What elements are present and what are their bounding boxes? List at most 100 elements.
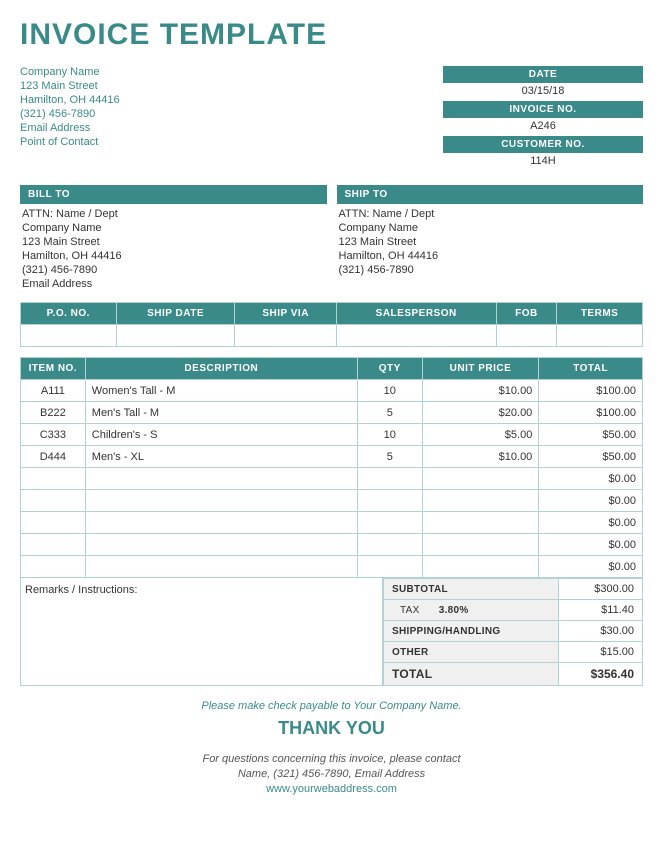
remarks-section: Remarks / Instructions: <box>20 578 383 686</box>
table-row: D444Men's - XL5$10.00$50.00 <box>21 446 643 468</box>
item-cell <box>422 490 539 512</box>
item-cell <box>357 490 422 512</box>
subtotal-value: $300.00 <box>558 579 642 600</box>
company-contact: Point of Contact <box>20 136 120 148</box>
po-table: P.O. NO.SHIP DATESHIP VIASALESPERSONFOBT… <box>20 302 643 347</box>
ship-phone: (321) 456-7890 <box>337 264 644 276</box>
item-cell <box>422 468 539 490</box>
items-col-header: ITEM NO. <box>21 358 86 380</box>
table-row: $0.00 <box>21 490 643 512</box>
totals-table: SUBTOTAL $300.00 TAX 3.80% $11.40 SHIPPI… <box>383 578 643 686</box>
item-cell: $50.00 <box>539 446 643 468</box>
bill-ship-section: BILL TO ATTN: Name / Dept Company Name 1… <box>20 185 643 292</box>
item-cell: 10 <box>357 424 422 446</box>
po-col-header: SHIP DATE <box>116 303 235 325</box>
item-cell: $10.00 <box>422 380 539 402</box>
po-col-header: SALESPERSON <box>336 303 496 325</box>
total-value: $356.40 <box>558 663 642 686</box>
table-row: $0.00 <box>21 468 643 490</box>
item-cell <box>422 534 539 556</box>
po-cell <box>557 325 643 347</box>
po-cell <box>116 325 235 347</box>
item-cell <box>21 490 86 512</box>
invoice-no-value: A246 <box>443 118 643 134</box>
po-col-header: SHIP VIA <box>235 303 336 325</box>
bill-phone: (321) 456-7890 <box>20 264 327 276</box>
bill-email: Email Address <box>20 278 327 290</box>
payment-note: Please make check payable to Your Compan… <box>20 700 643 712</box>
footer: Please make check payable to Your Compan… <box>20 700 643 795</box>
tax-row: TAX 3.80% $11.40 <box>384 600 643 621</box>
po-cell <box>235 325 336 347</box>
item-cell: $10.00 <box>422 446 539 468</box>
tax-value: $11.40 <box>558 600 642 621</box>
contact-line1: For questions concerning this invoice, p… <box>20 753 643 765</box>
item-cell <box>422 512 539 534</box>
item-cell: $0.00 <box>539 468 643 490</box>
item-cell: D444 <box>21 446 86 468</box>
item-cell <box>21 512 86 534</box>
bottom-section: Remarks / Instructions: SUBTOTAL $300.00… <box>20 578 643 686</box>
ship-attn: ATTN: Name / Dept <box>337 208 644 220</box>
ship-to-block: SHIP TO ATTN: Name / Dept Company Name 1… <box>337 185 644 292</box>
total-row: TOTAL $356.40 <box>384 663 643 686</box>
table-row: B222Men's Tall - M5$20.00$100.00 <box>21 402 643 424</box>
table-row: $0.00 <box>21 512 643 534</box>
table-row: C333Children's - S10$5.00$50.00 <box>21 424 643 446</box>
item-cell: $50.00 <box>539 424 643 446</box>
other-row: OTHER $15.00 <box>384 642 643 663</box>
items-col-header: TOTAL <box>539 358 643 380</box>
subtotal-label: SUBTOTAL <box>384 579 559 600</box>
other-value: $15.00 <box>558 642 642 663</box>
item-cell: $20.00 <box>422 402 539 424</box>
item-cell <box>85 468 357 490</box>
items-col-header: QTY <box>357 358 422 380</box>
po-cell <box>21 325 117 347</box>
po-col-header: FOB <box>496 303 557 325</box>
po-cell <box>496 325 557 347</box>
bill-address2: Hamilton, OH 44416 <box>20 250 327 262</box>
item-cell <box>85 556 357 578</box>
company-phone: (321) 456-7890 <box>20 108 120 120</box>
bill-to-block: BILL TO ATTN: Name / Dept Company Name 1… <box>20 185 327 292</box>
bill-address1: 123 Main Street <box>20 236 327 248</box>
website: www.yourwebaddress.com <box>20 783 643 795</box>
subtotal-row: SUBTOTAL $300.00 <box>384 579 643 600</box>
item-cell: $0.00 <box>539 556 643 578</box>
item-cell <box>21 468 86 490</box>
item-cell: C333 <box>21 424 86 446</box>
invoice-title: INVOICE TEMPLATE <box>20 18 643 52</box>
item-cell <box>422 556 539 578</box>
item-cell <box>85 512 357 534</box>
item-cell <box>357 556 422 578</box>
item-cell: $100.00 <box>539 380 643 402</box>
company-address2: Hamilton, OH 44416 <box>20 94 120 106</box>
total-label: TOTAL <box>384 663 559 686</box>
company-address1: 123 Main Street <box>20 80 120 92</box>
item-cell: $0.00 <box>539 534 643 556</box>
customer-no-label: CUSTOMER NO. <box>443 136 643 153</box>
items-table: ITEM NO.DESCRIPTIONQTYUNIT PRICETOTAL A1… <box>20 357 643 578</box>
table-row: $0.00 <box>21 534 643 556</box>
item-cell <box>357 534 422 556</box>
ship-address2: Hamilton, OH 44416 <box>337 250 644 262</box>
item-cell: B222 <box>21 402 86 424</box>
items-col-header: UNIT PRICE <box>422 358 539 380</box>
items-col-header: DESCRIPTION <box>85 358 357 380</box>
po-col-header: P.O. NO. <box>21 303 117 325</box>
item-cell: 5 <box>357 402 422 424</box>
item-cell <box>357 468 422 490</box>
customer-no-value: 114H <box>443 153 643 169</box>
invoice-no-label: INVOICE NO. <box>443 101 643 118</box>
item-cell: A111 <box>21 380 86 402</box>
date-value: 03/15/18 <box>443 83 643 99</box>
item-cell: 10 <box>357 380 422 402</box>
shipping-row: SHIPPING/HANDLING $30.00 <box>384 621 643 642</box>
bill-attn: ATTN: Name / Dept <box>20 208 327 220</box>
shipping-value: $30.00 <box>558 621 642 642</box>
company-info: Company Name 123 Main Street Hamilton, O… <box>20 66 120 171</box>
item-cell <box>21 534 86 556</box>
item-cell: Women's Tall - M <box>85 380 357 402</box>
ship-address1: 123 Main Street <box>337 236 644 248</box>
table-row: A111Women's Tall - M10$10.00$100.00 <box>21 380 643 402</box>
